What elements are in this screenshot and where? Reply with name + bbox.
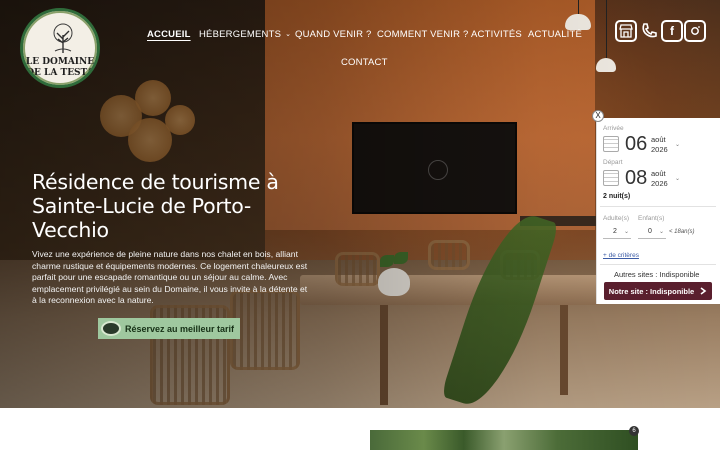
departure-label: Départ (603, 159, 623, 166)
adults-select[interactable]: 2 ⌄ (603, 226, 631, 239)
arrival-label: Arrivée (603, 125, 624, 132)
hero-title: Résidence de tourisme à Sainte-Lucie de … (32, 170, 279, 242)
chevron-down-icon: ⌄ (658, 229, 664, 235)
shop-icon[interactable] (615, 20, 637, 42)
our-site-button[interactable]: Notre site : Indisponible (604, 282, 712, 300)
nav-item-hebergements[interactable]: HÉBERGEMENTS ⌄ (199, 29, 291, 40)
arrival-day[interactable]: 06 (625, 133, 647, 156)
site-logo[interactable]: LE DOMAINE DE LA TESTA (20, 8, 100, 88)
chevron-down-icon[interactable]: ⌄ (675, 141, 680, 148)
close-icon[interactable]: X (592, 110, 604, 122)
nav-item-comment-venir[interactable]: COMMENT VENIR ? (377, 29, 469, 40)
arrival-year: 2026 (651, 145, 668, 154)
nav-item-hebergements-label: HÉBERGEMENTS (199, 29, 282, 40)
children-label: Enfant(s) (638, 215, 665, 222)
nav-item-contact[interactable]: CONTACT (341, 57, 388, 68)
photo-count-badge: 6 (629, 426, 639, 436)
logo-badge-icon (101, 321, 121, 336)
children-value: 0 (648, 228, 652, 235)
more-criteria-link[interactable]: + de critères (603, 252, 639, 259)
divider (600, 206, 716, 207)
logo-line-2: DE LA TESTA (26, 68, 94, 78)
tree-icon (53, 23, 73, 53)
adults-label: Adulte(s) (603, 215, 630, 222)
our-site-label: Notre site : Indisponible (608, 286, 695, 296)
nav-item-quand-venir[interactable]: QUAND VENIR ? (295, 29, 372, 40)
chevron-down-icon[interactable]: ⌄ (675, 175, 680, 182)
instagram-icon[interactable] (684, 20, 706, 42)
departure-month: août (651, 169, 666, 178)
nav-item-activites[interactable]: ACTIVITÉS (471, 29, 522, 40)
accommodation-photo[interactable] (370, 430, 638, 450)
calendar-icon[interactable] (603, 170, 619, 186)
nav-item-accueil[interactable]: ACCUEIL (147, 29, 191, 40)
chevron-down-icon: ⌄ (623, 229, 629, 235)
calendar-icon[interactable] (603, 136, 619, 152)
children-select[interactable]: 0 ⌄ (638, 226, 666, 239)
departure-day[interactable]: 08 (625, 167, 647, 190)
nights-count: 2 nuit(s) (603, 193, 631, 200)
other-sites-status: Autres sites : Indisponible (614, 270, 700, 279)
book-best-rate-label: Réservez au meilleur tarif (125, 323, 235, 334)
chevron-right-icon (700, 287, 707, 295)
facebook-icon[interactable]: f (661, 20, 683, 42)
phone-icon[interactable] (638, 20, 660, 42)
children-age-note: < 18an(s) (669, 229, 695, 235)
chevron-down-icon: ⌄ (285, 31, 292, 38)
logo-line-1: LE DOMAINE (25, 57, 95, 67)
hero-description: Vivez une expérience de pleine nature da… (32, 249, 308, 306)
arrival-month: août (651, 135, 666, 144)
divider (600, 264, 716, 265)
adults-value: 2 (613, 228, 617, 235)
nav-item-actualite[interactable]: ACTUALITÉ (528, 29, 582, 40)
departure-year: 2026 (651, 179, 668, 188)
book-best-rate-button[interactable]: Réservez au meilleur tarif (98, 318, 240, 339)
